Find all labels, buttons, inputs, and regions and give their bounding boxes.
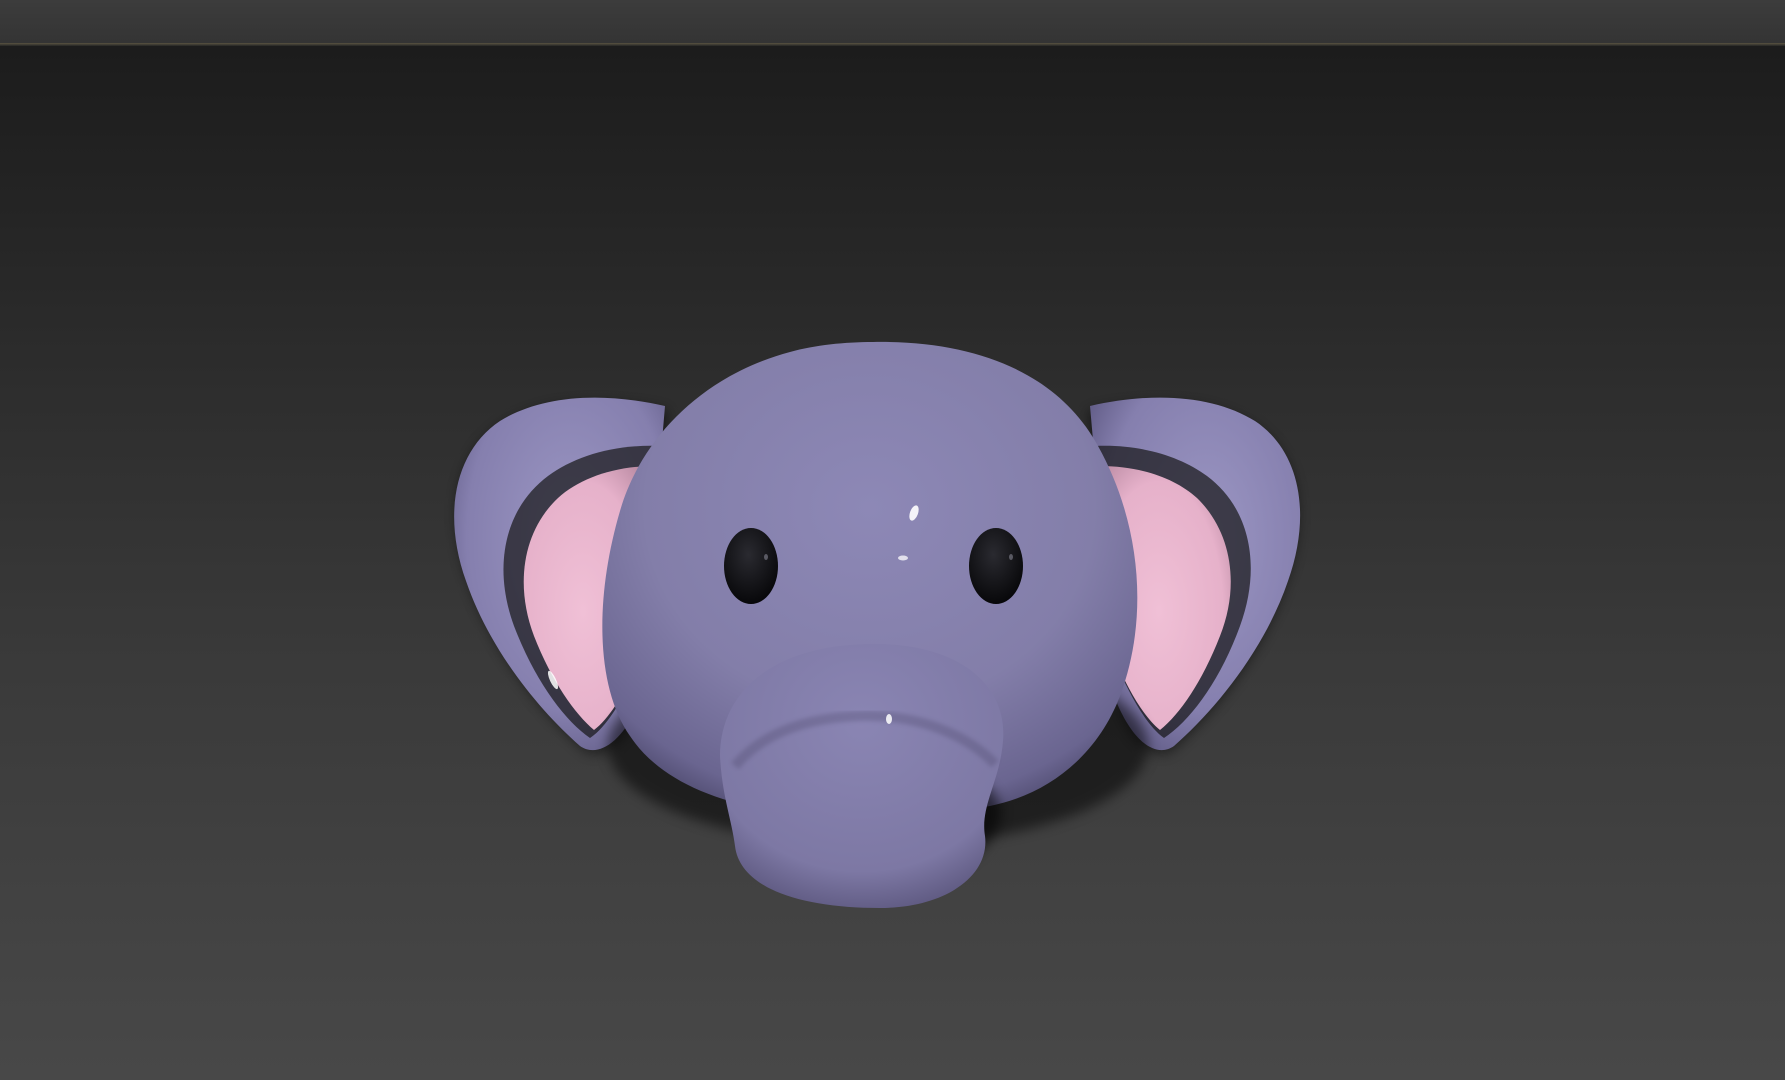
left-eye — [724, 528, 778, 604]
trunk — [720, 643, 1004, 908]
right-eye — [969, 528, 1023, 604]
3d-viewport[interactable] — [0, 46, 1785, 1080]
trunk-highlight — [886, 714, 892, 724]
top-toolbar — [0, 0, 1785, 43]
viewport-scene — [454, 341, 1301, 908]
elephant-head-model[interactable] — [454, 341, 1301, 908]
3d-application-window — [0, 0, 1785, 1080]
